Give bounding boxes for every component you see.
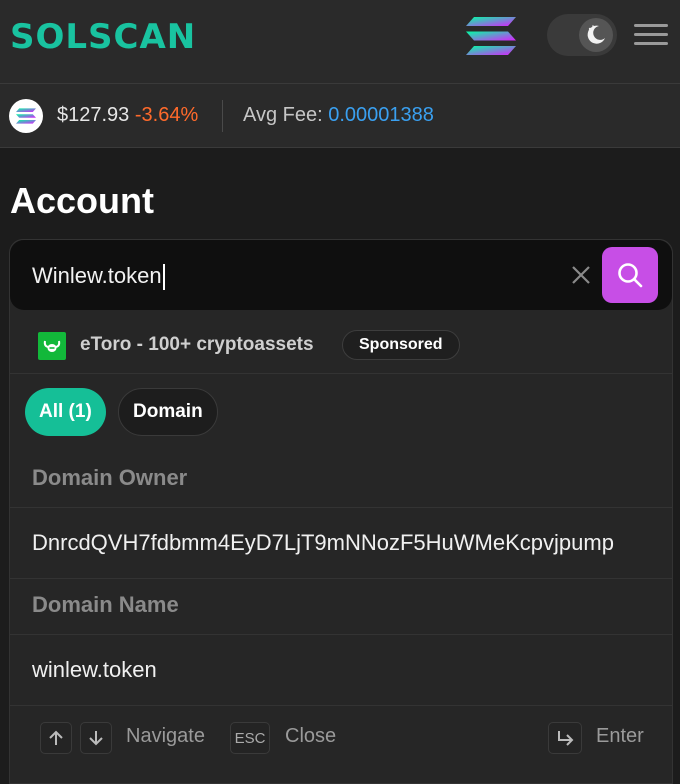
keyboard-hints: Navigate ESC Close Enter <box>10 706 672 784</box>
filter-all-chip[interactable]: All (1) <box>25 388 106 436</box>
hamburger-menu-icon[interactable] <box>634 24 670 46</box>
page-title: Account <box>10 180 154 221</box>
domain-name-heading: Domain Name <box>32 592 179 617</box>
search-button[interactable] <box>602 247 658 303</box>
avg-fee: Avg Fee: 0.00001388 <box>243 104 434 127</box>
sol-token-icon <box>9 99 43 133</box>
domain-owner-result[interactable]: DnrcdQVH7fdbmm4EyD7LjT9mNNozF5HuWMeKcpvj… <box>10 507 672 579</box>
filter-chips: All (1) Domain <box>10 388 672 440</box>
search-dropdown: Winlew.token eToro - 100+ cryptoassets S… <box>9 239 673 784</box>
sol-price-value: $127.93 <box>57 104 130 126</box>
sponsored-ad[interactable]: eToro - 100+ cryptoassets Sponsored <box>10 310 672 374</box>
search-bar: Winlew.token <box>10 240 672 310</box>
navigate-hint: Navigate <box>126 725 205 747</box>
solscan-logo[interactable]: SOLSCAN <box>10 17 196 57</box>
sol-price: $127.93 -3.64% <box>57 104 198 127</box>
avg-fee-label: Avg Fee: <box>243 104 323 126</box>
search-input[interactable]: Winlew.token <box>32 263 165 291</box>
sponsor-text[interactable]: eToro - 100+ cryptoassets <box>80 334 314 356</box>
enter-key-icon <box>548 722 582 754</box>
etoro-logo-icon <box>38 332 66 360</box>
theme-toggle[interactable] <box>547 14 617 56</box>
search-icon <box>618 263 643 288</box>
domain-owner-heading: Domain Owner <box>32 465 188 490</box>
solana-icon <box>466 17 516 55</box>
arrow-up-icon <box>40 722 72 754</box>
close-hint: Close <box>285 725 337 747</box>
text-caret <box>162 264 165 291</box>
arrow-down-icon <box>80 722 112 754</box>
avg-fee-value: 0.00001388 <box>328 104 434 126</box>
clear-icon[interactable] <box>570 264 592 286</box>
moon-icon <box>579 18 613 52</box>
domain-name-result[interactable]: winlew.token <box>10 634 672 706</box>
enter-hint: Enter <box>596 725 644 747</box>
sol-price-change: -3.64% <box>134 104 199 126</box>
price-ticker: $127.93 -3.64% Avg Fee: 0.00001388 <box>0 84 680 148</box>
top-header: SOLSCAN <box>0 0 680 84</box>
domain-name-value[interactable]: winlew.token <box>32 657 157 683</box>
esc-key: ESC <box>230 722 270 754</box>
filter-domain-chip[interactable]: Domain <box>118 388 218 436</box>
sponsored-badge: Sponsored <box>342 330 460 360</box>
divider <box>222 100 223 132</box>
search-input-value: Winlew.token <box>32 263 162 288</box>
domain-owner-address[interactable]: DnrcdQVH7fdbmm4EyD7LjT9mNNozF5HuWMeKcpvj… <box>32 530 614 556</box>
